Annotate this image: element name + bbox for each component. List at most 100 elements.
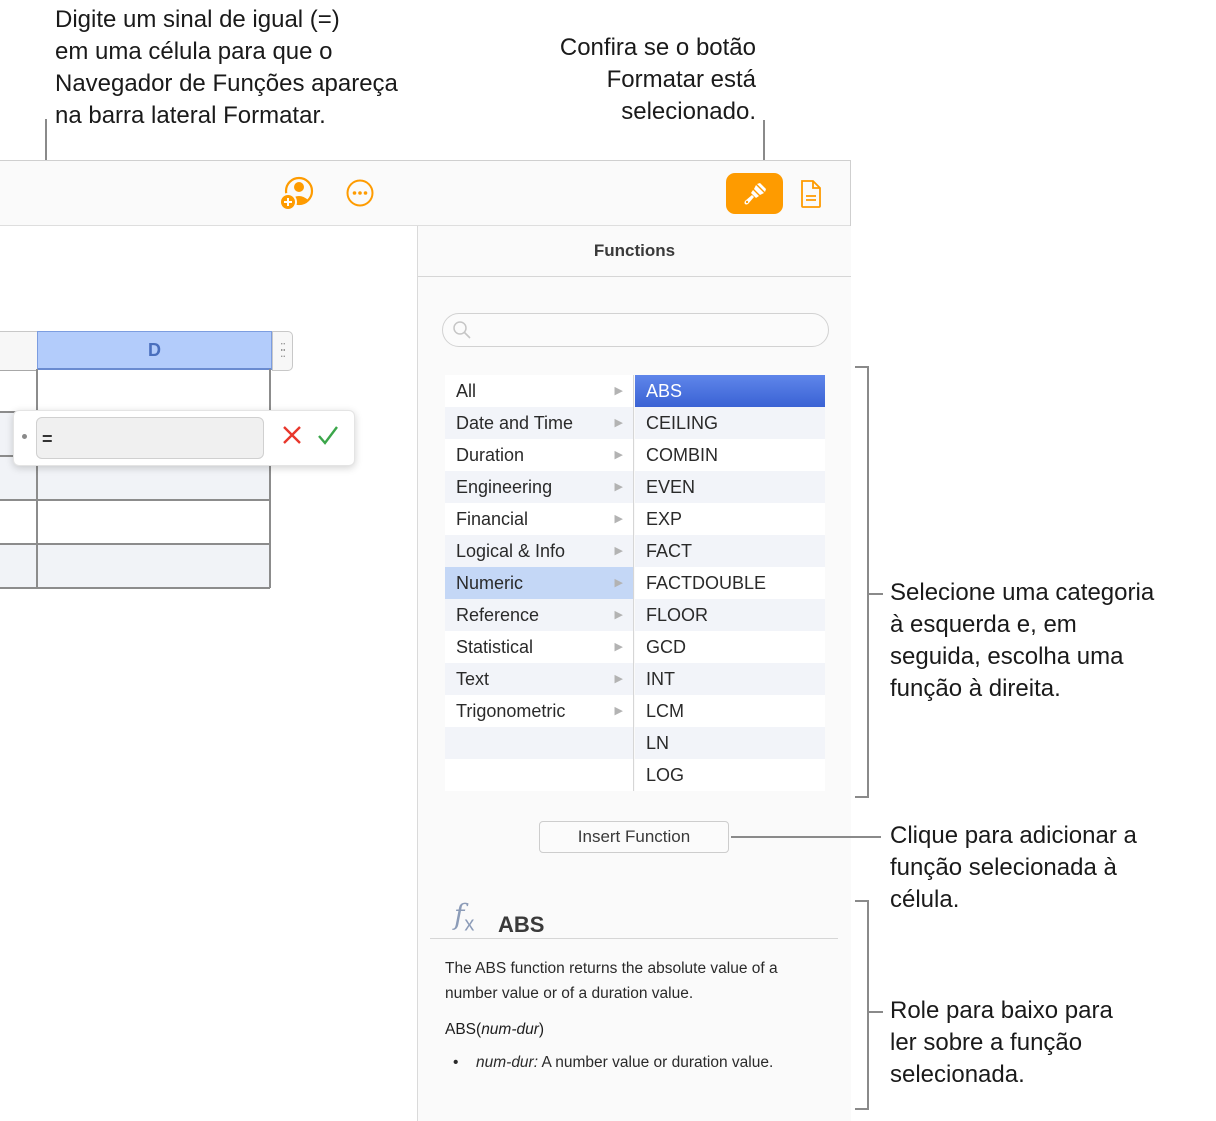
bullet: • [453,1054,459,1071]
category-item[interactable]: All ▶ [445,375,633,407]
function-item[interactable]: GCD [635,631,825,663]
function-item-label: EVEN [646,477,696,497]
disclosure-arrow-icon: ▶ [614,513,623,525]
column-header-d[interactable]: D [37,331,272,370]
bracket-detail-mid-tick [869,1011,883,1013]
category-item[interactable]: Engineering ▶ [445,471,633,503]
category-item-label: Engineering [456,477,553,497]
syntax-arg: num-dur [481,1021,539,1038]
category-item[interactable]: Financial ▶ [445,503,633,535]
format-sidebar: Functions All ▶ Date and Time ▶ Duration ▶ Eng… [417,226,851,1121]
disclosure-arrow-icon: ▶ [614,385,623,397]
more-button[interactable] [345,178,375,208]
callout-scroll-down: Role para baixo para ler sobre a função … [890,997,1113,1088]
table-border [269,369,271,588]
category-item[interactable]: Date and Time ▶ [445,407,633,439]
callout-format-button: Confira se o botão Formatar está selecio… [559,34,756,125]
bracket-detail-top-tick [855,900,869,902]
function-list: ABS CEILING COMBIN EVEN EXP FACT FACTDOUBLE FLO… [635,375,825,791]
function-item[interactable]: COMBIN [635,439,825,471]
disclosure-arrow-icon: ▶ [614,449,623,461]
function-item[interactable]: LOG [635,759,825,791]
function-item[interactable]: EVEN [635,471,825,503]
document-button[interactable] [796,177,826,211]
numbers-window: D ⁚⁚ ⁚⁚ = Functions All ▶ Date and Time … [0,160,851,1121]
confirm-formula-button[interactable] [316,423,340,447]
category-item-label: All [456,381,477,401]
category-item[interactable]: Duration ▶ [445,439,633,471]
bracket-category-list [867,366,869,798]
category-item[interactable]: Text ▶ [445,663,633,695]
category-item[interactable]: Logical & Info ▶ [445,535,633,567]
cancel-formula-button[interactable] [280,423,304,447]
category-item[interactable]: Reference ▶ [445,599,633,631]
column-drag-handle[interactable]: ⁚⁚ ⁚⁚ [272,331,293,371]
collaborate-button[interactable] [279,176,315,212]
disclosure-arrow-icon: ▶ [614,673,623,685]
function-detail-name: ABS [498,912,545,937]
function-item[interactable]: ABS [635,375,825,407]
function-item[interactable]: LCM [635,695,825,727]
function-item-label: LCM [646,701,685,721]
bracket-bottom-tick [855,796,869,798]
category-item-label: Reference [456,605,540,625]
formula-editor: = [13,410,355,466]
category-item [445,759,633,791]
disclosure-arrow-icon: ▶ [614,609,623,621]
callout-select-category: Selecione uma categoria à esquerda e, em… [890,579,1155,702]
sidebar-title: Functions [418,226,851,277]
collaborate-icon [279,176,314,211]
format-button[interactable] [726,173,783,214]
function-detail-description: The ABS function returns the absolute va… [445,960,778,1002]
column-header-c[interactable] [0,331,37,371]
category-item-label: Text [456,669,490,689]
function-search-field[interactable] [442,313,829,347]
function-item-label: EXP [646,509,683,529]
function-item-label: INT [646,669,675,689]
category-item-label: Logical & Info [456,541,566,561]
function-item-label: FACTDOUBLE [646,573,767,593]
category-item-label: Duration [456,445,525,465]
category-item[interactable]: Statistical ▶ [445,631,633,663]
leader-line-insert-function [731,836,881,838]
function-item[interactable]: FLOOR [635,599,825,631]
category-item-label: Date and Time [456,413,574,433]
table-row[interactable] [0,545,270,589]
function-item[interactable]: INT [635,663,825,695]
formula-input[interactable]: = [36,417,264,459]
function-item-label: CEILING [646,413,719,433]
function-item[interactable]: LN [635,727,825,759]
function-item-label: FACT [646,541,693,561]
function-item-label: ABS [646,381,683,401]
format-paintbrush-icon [744,182,766,204]
category-item[interactable]: Numeric ▶ [445,567,633,599]
spreadsheet-canvas: D ⁚⁚ ⁚⁚ = [0,226,417,1121]
function-item-label: LOG [646,765,685,785]
bracket-top-tick [855,366,869,368]
category-item-label: Financial [456,509,529,529]
insert-function-button[interactable]: Insert Function [539,821,729,853]
bracket-detail-bottom-tick [855,1108,869,1110]
disclosure-arrow-icon: ▶ [614,577,623,589]
search-icon [453,321,471,339]
function-item-label: COMBIN [646,445,718,465]
disclosure-arrow-icon: ▶ [614,545,623,557]
arg-name: num-dur: [476,1054,539,1071]
function-fx-icon: fx [454,898,475,936]
function-item-label: FLOOR [646,605,709,625]
function-item-label: LN [646,733,670,753]
formula-handle-dot[interactable] [22,434,27,439]
column-header-label: D [148,339,161,360]
table-row[interactable] [0,501,270,545]
category-item[interactable]: Trigonometric ▶ [445,695,633,727]
function-detail-argument: • num-dur: A number value or duration va… [445,1051,815,1075]
function-item[interactable]: FACTDOUBLE [635,567,825,599]
bracket-detail [867,900,869,1110]
function-detail-syntax: ABS(num-dur) [445,1021,545,1038]
function-item[interactable]: EXP [635,503,825,535]
category-list: All ▶ Date and Time ▶ Duration ▶ Engineering ▶ F… [445,375,633,791]
function-item[interactable]: CEILING [635,407,825,439]
function-item[interactable]: FACT [635,535,825,567]
category-item-label: Statistical [456,637,534,657]
table-row[interactable] [0,369,270,413]
